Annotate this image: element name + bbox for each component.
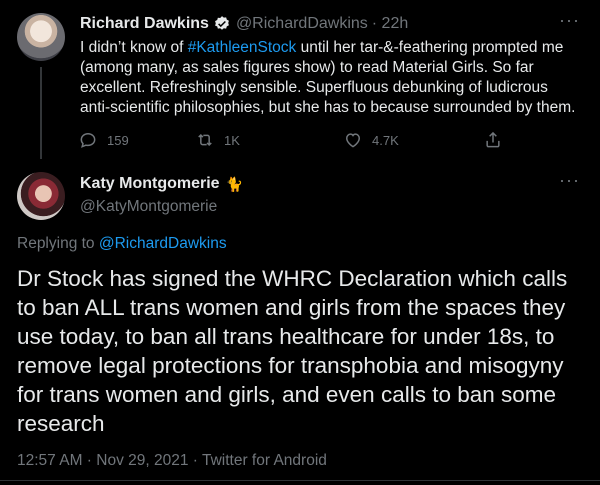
tweet-timestamp[interactable]: 12:57 AM · Nov 29, 2021 · Twitter for An… — [17, 452, 327, 470]
author-handle[interactable]: @RichardDawkins — [236, 15, 368, 33]
main-tweet-text: Dr Stock has signed the WHRC Declaration… — [17, 266, 568, 436]
more-icon[interactable]: ··· — [559, 10, 580, 31]
parent-tweet-header: Richard Dawkins @RichardDawkins · 22h — [80, 15, 408, 33]
tweet-time[interactable]: · 22h — [372, 15, 408, 33]
tweet-text-start: I didn’t know of — [80, 39, 188, 56]
mention-link[interactable]: @RichardDawkins — [99, 235, 227, 252]
hashtag-link[interactable]: #KathleenStock — [188, 39, 297, 56]
retweet-icon — [198, 133, 212, 147]
like-count: 4.7K — [372, 132, 399, 148]
like-button[interactable]: 4.7K — [343, 130, 399, 150]
share-icon — [486, 131, 500, 148]
reply-icon — [80, 132, 96, 148]
parent-tweet-actions: 159 1K 4.7K — [78, 130, 518, 150]
author-name[interactable]: Katy Montgomerie — [80, 175, 220, 193]
retweet-count: 1K — [224, 132, 240, 148]
replying-to: Replying to @RichardDawkins — [17, 235, 227, 253]
author-handle[interactable]: @KatyMontgomerie — [80, 198, 217, 216]
more-icon[interactable]: ··· — [559, 170, 580, 191]
reply-count: 159 — [107, 132, 129, 148]
avatar-richard-dawkins[interactable] — [17, 13, 65, 61]
divider — [0, 480, 600, 481]
thread-connector-line — [40, 67, 42, 159]
avatar-katy-montgomerie[interactable] — [17, 172, 65, 220]
replying-prefix: Replying to — [17, 235, 99, 252]
verified-badge-icon — [213, 15, 231, 33]
parent-tweet-text: I didn’t know of #KathleenStock until he… — [80, 38, 580, 118]
author-name[interactable]: Richard Dawkins — [80, 15, 209, 33]
main-tweet-author: Katy Montgomerie 🐈 — [80, 175, 243, 193]
retweet-button[interactable]: 1K — [195, 130, 240, 150]
share-button[interactable] — [483, 130, 512, 150]
like-icon — [345, 133, 361, 148]
cat-emoji-icon: 🐈 — [225, 175, 244, 192]
reply-button[interactable]: 159 — [78, 130, 129, 150]
